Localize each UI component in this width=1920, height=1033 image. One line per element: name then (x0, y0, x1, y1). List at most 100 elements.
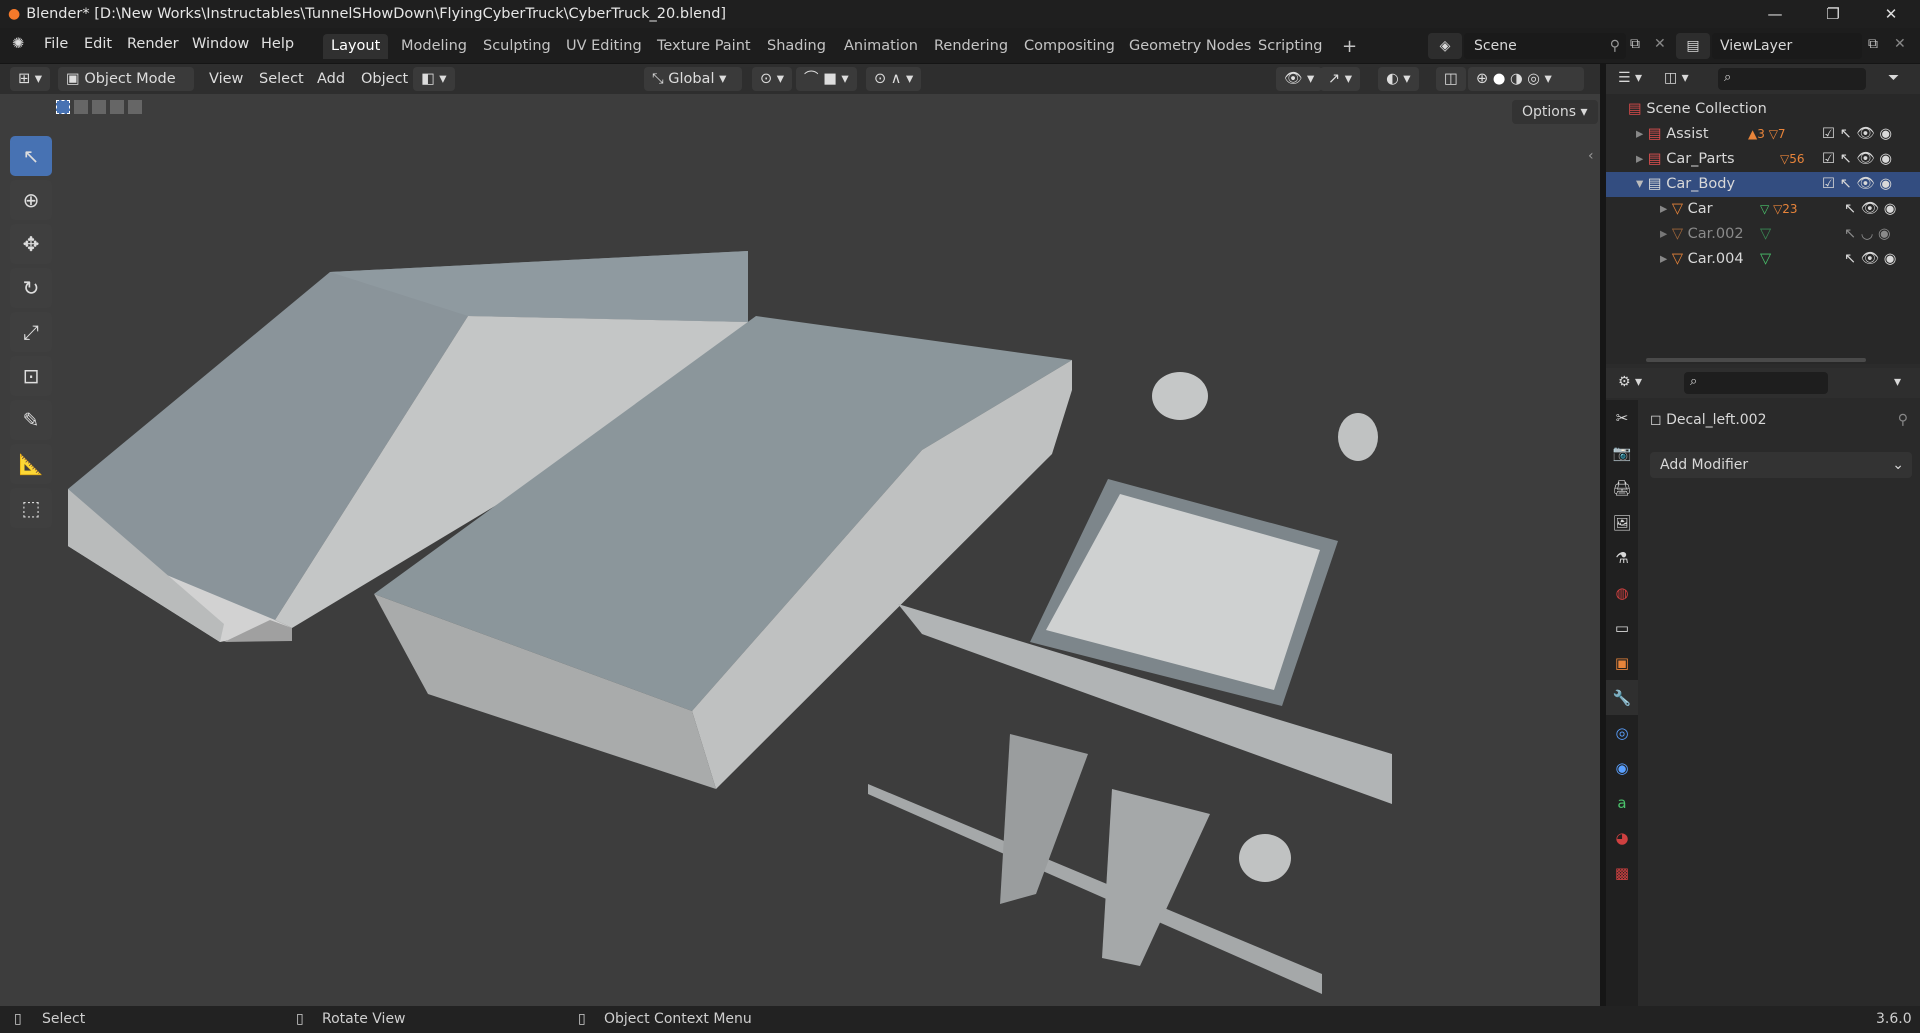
select-new-icon[interactable] (56, 100, 70, 114)
pin-icon[interactable]: ⚲ (1898, 408, 1908, 432)
xray-icon[interactable]: ◫ (1436, 67, 1466, 91)
transform-tool-icon[interactable]: ⊡ (10, 356, 52, 396)
output-tab-icon[interactable]: 🖨 (1606, 470, 1638, 505)
particles-tab-icon[interactable]: ◎ (1606, 715, 1638, 750)
row-controls[interactable]: ☑ ↖ 👁 ◉ (1822, 122, 1892, 147)
orientation-selector[interactable]: ⤡ Global ▾ (644, 67, 742, 91)
minimize-button[interactable]: — (1746, 0, 1804, 28)
object-tab-icon[interactable]: ▣ (1606, 645, 1638, 680)
rotate-tool-icon[interactable]: ↻ (10, 268, 52, 308)
view-layer-tab-icon[interactable]: 🖼 (1606, 505, 1638, 540)
select-subtract-icon[interactable] (92, 100, 106, 114)
tool-tab-icon[interactable]: ✂ (1606, 400, 1638, 435)
add-menu[interactable]: Add (317, 67, 345, 91)
collection-tab-icon[interactable]: ▭ (1606, 610, 1638, 645)
tab-animation[interactable]: Animation (836, 34, 926, 59)
outliner-row-car-002[interactable]: ▸ ▽ Car.002 ▽ ↖ ◡ ◉ (1606, 222, 1920, 247)
tab-shading[interactable]: Shading (759, 34, 834, 59)
outliner-row-car-004[interactable]: ▸ ▽ Car.004 ▽ ↖ 👁 ◉ (1606, 247, 1920, 272)
pivot-icon[interactable]: ⊙ ▾ (752, 67, 793, 91)
expand-icon[interactable]: ▸ (1660, 226, 1667, 242)
annotate-tool-icon[interactable]: ✎ (10, 400, 52, 440)
maximize-button[interactable]: ❐ (1804, 0, 1862, 28)
viewlayer-icon[interactable]: ▤ (1676, 33, 1710, 59)
editor-type-icon[interactable]: ⊞ ▾ (10, 67, 51, 91)
menu-file[interactable]: File (44, 36, 68, 52)
material-tab-icon[interactable]: ◕ (1606, 820, 1638, 855)
row-controls[interactable]: ☑ ↖ 👁 ◉ (1822, 172, 1892, 197)
expand-icon[interactable]: ▸ (1660, 201, 1667, 217)
new-scene-icon[interactable]: ⧉ (1630, 36, 1640, 52)
row-controls[interactable]: ↖ 👁 ◉ (1844, 197, 1896, 222)
scene-icon[interactable]: ◈ (1428, 33, 1462, 59)
outliner-row-assist[interactable]: ▸ ▤ Assist ▲3 ▽7 ☑ ↖ 👁 ◉ (1606, 122, 1920, 147)
physics-tab-icon[interactable]: ◉ (1606, 750, 1638, 785)
move-tool-icon[interactable]: ✥ (10, 224, 52, 264)
tab-sculpting[interactable]: Sculpting (475, 34, 559, 59)
delete-viewlayer-icon[interactable]: ✕ (1894, 36, 1906, 52)
render-tab-icon[interactable]: 📷 (1606, 435, 1638, 470)
solid-shading-icon[interactable]: ● (1493, 71, 1506, 87)
view-menu[interactable]: View (209, 67, 243, 91)
add-cube-tool-icon[interactable]: ⬚ (10, 488, 52, 528)
add-modifier-button[interactable]: Add Modifier ⌄ (1650, 452, 1912, 478)
row-controls[interactable]: ↖ 👁 ◉ (1844, 247, 1896, 272)
outliner-row-car[interactable]: ▸ ▽ Car ▽ ▽23 ↖ 👁 ◉ (1606, 197, 1920, 222)
snap-icon[interactable]: ⌒ ■ ▾ (796, 67, 857, 91)
viewlayer-selector[interactable]: ViewLayer (1712, 33, 1862, 59)
add-workspace-icon[interactable]: + (1334, 34, 1365, 59)
measure-tool-icon[interactable]: 📐 (10, 444, 52, 484)
snap-target-icon[interactable]: ◧ ▾ (413, 67, 455, 91)
display-mode-icon[interactable]: ◫ ▾ (1664, 70, 1689, 86)
menu-edit[interactable]: Edit (84, 36, 112, 52)
tab-texture-paint[interactable]: Texture Paint (649, 34, 759, 59)
options-button[interactable]: Options ▾ (1512, 100, 1598, 124)
tab-geometry-nodes[interactable]: Geometry Nodes (1121, 34, 1259, 59)
mode-selector[interactable]: ▣ Object Mode ▾ (58, 67, 194, 111)
scene-selector[interactable]: Scene ⚲ (1464, 33, 1626, 59)
blender-menu-icon[interactable]: ✺ (12, 36, 24, 52)
select-menu[interactable]: Select (259, 67, 304, 91)
overlays-icon[interactable]: ◐ ▾ (1378, 67, 1419, 91)
row-controls[interactable]: ☑ ↖ 👁 ◉ (1822, 147, 1892, 172)
outliner-search-input[interactable]: ⌕ (1718, 68, 1866, 90)
object-menu[interactable]: Object (361, 67, 408, 91)
expand-icon[interactable]: ▸ (1636, 151, 1643, 167)
tab-scripting[interactable]: Scripting (1250, 34, 1330, 59)
select-invert-icon[interactable] (110, 100, 124, 114)
tab-compositing[interactable]: Compositing (1016, 34, 1123, 59)
menu-render[interactable]: Render (127, 36, 179, 52)
select-intersect-icon[interactable] (128, 100, 142, 114)
proportional-edit-icon[interactable]: ⊙ ∧ ▾ (866, 67, 922, 91)
outliner-row-car-parts[interactable]: ▸ ▤ Car_Parts ▽56 ☑ ↖ 👁 ◉ (1606, 147, 1920, 172)
properties-search-input[interactable]: ⌕ (1684, 372, 1828, 394)
visibility-icon[interactable]: 👁 ▾ (1276, 67, 1323, 91)
world-tab-icon[interactable]: ◍ (1606, 575, 1638, 610)
select-extend-icon[interactable] (74, 100, 88, 114)
tab-rendering[interactable]: Rendering (926, 34, 1016, 59)
row-controls[interactable]: ↖ ◡ ◉ (1844, 222, 1891, 247)
properties-editor-icon[interactable]: ⚙ ▾ (1618, 374, 1642, 390)
select-box-tool-icon[interactable]: ↖ (10, 136, 52, 176)
modifier-tab-icon[interactable]: 🔧 (1606, 680, 1638, 715)
expand-icon[interactable]: ▸ (1660, 251, 1667, 267)
menu-help[interactable]: Help (261, 36, 294, 52)
pin-icon[interactable]: ⚲ (1610, 33, 1620, 59)
shading-modes[interactable]: ⊕ ● ◑ ◎ ▾ (1468, 67, 1584, 91)
tab-layout[interactable]: Layout (323, 34, 389, 59)
sidebar-toggle-icon[interactable]: ‹ (1588, 148, 1594, 164)
outliner-editor-icon[interactable]: ☰ ▾ (1618, 70, 1642, 86)
collapse-icon[interactable]: ▾ (1636, 176, 1643, 192)
menu-window[interactable]: Window (192, 36, 249, 52)
expand-icon[interactable]: ▸ (1636, 126, 1643, 142)
properties-options-icon[interactable]: ▾ (1894, 374, 1901, 390)
new-viewlayer-icon[interactable]: ⧉ (1868, 36, 1878, 52)
scene-collection-row[interactable]: ▤ Scene Collection (1606, 97, 1920, 122)
tab-uv-editing[interactable]: UV Editing (558, 34, 650, 59)
data-tab-icon[interactable]: a (1606, 785, 1638, 820)
scale-tool-icon[interactable]: ⤢ (10, 312, 52, 352)
tab-modeling[interactable]: Modeling (393, 34, 475, 59)
gizmo-icon[interactable]: ↗ ▾ (1320, 67, 1361, 91)
close-button[interactable]: ✕ (1862, 0, 1920, 28)
filter-icon[interactable]: ⏷ (1888, 70, 1899, 86)
